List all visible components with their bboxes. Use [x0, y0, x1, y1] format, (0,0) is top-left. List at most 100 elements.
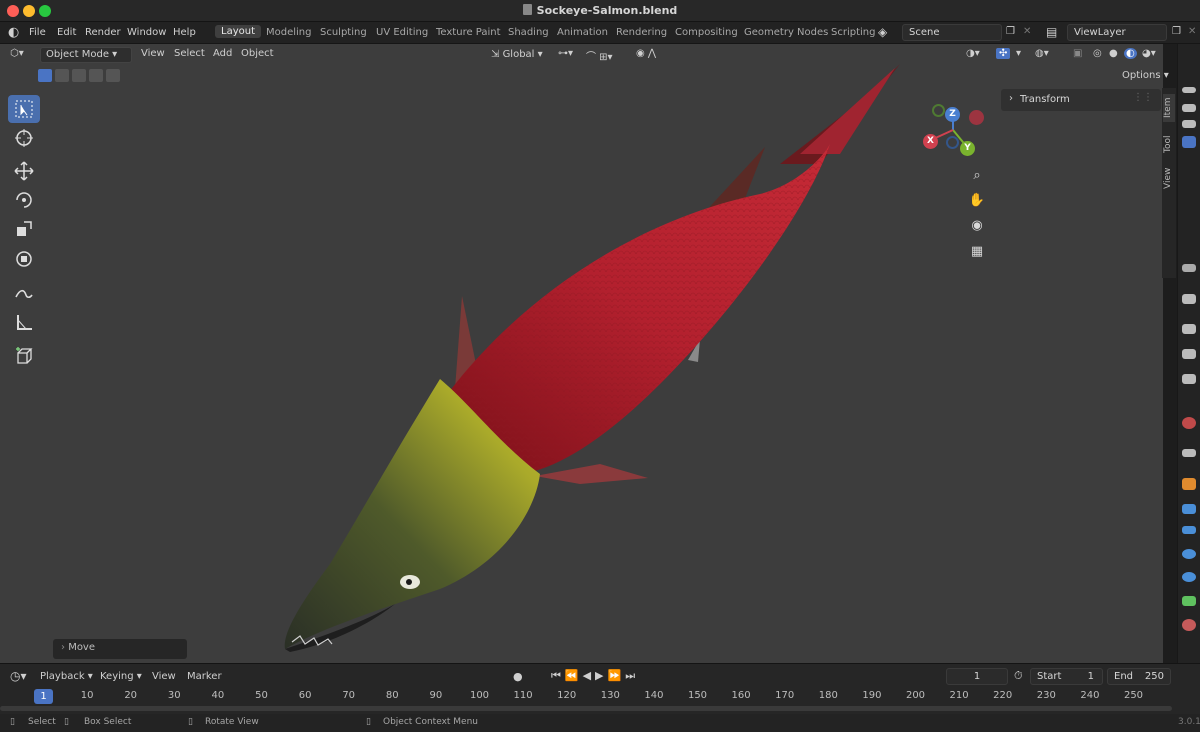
tab-compositing[interactable]: Compositing [675, 27, 738, 38]
viewport-menu-object[interactable]: Object [241, 48, 274, 59]
viewport-menu-view[interactable]: View [141, 48, 165, 59]
timeline-scrollbar[interactable] [0, 706, 1172, 711]
data-properties-icon[interactable] [1182, 596, 1196, 606]
sidebar-tab-tool[interactable]: Tool [1163, 130, 1175, 158]
tab-animation[interactable]: Animation [557, 27, 608, 38]
rotate-tool[interactable] [8, 186, 40, 214]
visibility-icon[interactable]: ◑▾ [966, 48, 980, 59]
end-frame-field[interactable]: End 250 [1107, 668, 1171, 685]
menu-window[interactable]: Window [127, 27, 166, 38]
constraints-properties-icon[interactable] [1182, 572, 1196, 582]
transform-tool[interactable] [8, 245, 40, 273]
tab-rendering[interactable]: Rendering [616, 27, 667, 38]
viewport-menu-select[interactable]: Select [174, 48, 205, 59]
delete-scene-icon[interactable]: ✕ [1023, 26, 1031, 37]
camera-view-icon[interactable]: ◉ [966, 214, 988, 236]
zoom-icon[interactable]: ⌕ [966, 164, 988, 186]
pan-hand-icon[interactable]: ✋ [966, 189, 988, 211]
playhead-frame-indicator[interactable]: 1 [34, 689, 53, 704]
perspective-grid-icon[interactable]: ▦ [966, 240, 988, 262]
gizmo-z-axis[interactable]: Z [945, 107, 960, 122]
render-properties-icon[interactable] [1182, 294, 1196, 304]
timeline-menu-marker[interactable]: Marker [187, 671, 222, 682]
modifier-properties-icon[interactable] [1182, 504, 1196, 514]
collection-properties-icon[interactable] [1182, 449, 1196, 457]
start-frame-field[interactable]: Start 1 [1030, 668, 1103, 685]
particles-properties-icon[interactable] [1182, 526, 1196, 534]
camera-icon-3[interactable] [1182, 120, 1196, 128]
tool-properties-icon[interactable] [1182, 264, 1196, 272]
cursor-tool[interactable] [8, 124, 40, 152]
current-frame-field[interactable]: 1 [946, 668, 1008, 685]
physics-properties-icon[interactable] [1182, 549, 1196, 559]
editor-type-icon[interactable]: ⬡▾ [10, 48, 24, 59]
sidebar-tab-item[interactable]: Item [1163, 94, 1175, 122]
tab-uv-editing[interactable]: UV Editing [376, 27, 428, 38]
material-properties-icon[interactable] [1182, 619, 1196, 631]
tab-geometry-nodes[interactable]: Geometry Nodes [744, 27, 828, 38]
annotate-tool[interactable] [8, 279, 40, 307]
select-new-icon[interactable] [38, 69, 52, 82]
select-subtract-icon[interactable] [72, 69, 86, 82]
select-box-tool[interactable] [8, 95, 40, 123]
sidebar-panel-transform[interactable]: › Transform ⋮⋮ [1001, 89, 1161, 111]
gizmo-neg-y-axis[interactable] [932, 104, 945, 117]
view-layer-icon[interactable]: ▤ [1046, 25, 1057, 39]
select-invert-icon[interactable] [89, 69, 103, 82]
scene-properties-icon[interactable] [1182, 374, 1196, 384]
clock-icon[interactable]: ◷▾ [10, 669, 27, 683]
blender-logo-icon[interactable]: ◐ [8, 25, 19, 40]
solid-shading-icon[interactable]: ● [1109, 48, 1118, 59]
scene-selector[interactable]: Scene [902, 24, 1002, 41]
world-properties-icon[interactable] [1182, 417, 1196, 429]
scene-icon[interactable]: ◈ [878, 25, 887, 39]
gizmo-menu-icon[interactable]: ▾ [1016, 48, 1021, 59]
menu-edit[interactable]: Edit [57, 27, 76, 38]
last-operator-panel[interactable]: › Move [53, 639, 187, 659]
snap-icon[interactable]: ⌒ ⊞▾ [586, 48, 613, 63]
sidebar-tab-view[interactable]: View [1163, 164, 1175, 192]
gizmo-neg-z-axis[interactable] [946, 136, 959, 149]
view-layer-selector[interactable]: ViewLayer [1067, 24, 1167, 41]
wireframe-shading-icon[interactable]: ◎ [1093, 48, 1102, 59]
menu-file[interactable]: File [29, 27, 46, 38]
rendered-shading-icon[interactable]: ◕▾ [1142, 48, 1156, 59]
proportional-edit-icon[interactable]: ◉ ⋀ [636, 48, 656, 59]
scale-tool[interactable] [8, 215, 40, 243]
timeline-menu-playback[interactable]: Playback ▾ [40, 671, 93, 682]
tab-scripting[interactable]: Scripting [831, 27, 875, 38]
stopwatch-icon[interactable]: ⏱ [1014, 669, 1023, 683]
new-scene-icon[interactable]: ❐ [1006, 26, 1015, 37]
gizmo-neg-x-axis[interactable] [969, 110, 984, 125]
measure-tool[interactable] [8, 308, 40, 336]
output-properties-icon[interactable] [1182, 324, 1196, 334]
tab-modeling[interactable]: Modeling [266, 27, 312, 38]
options-dropdown[interactable]: Options ▾ [1122, 70, 1169, 81]
gizmo-x-axis[interactable]: X [923, 134, 938, 149]
timeline-menu-view[interactable]: View [152, 671, 176, 682]
gizmo-y-axis[interactable]: Y [960, 141, 975, 156]
gizmo-toggle-icon[interactable]: ✣ [996, 48, 1011, 59]
camera-icon[interactable] [1182, 87, 1196, 93]
add-cube-tool[interactable] [8, 342, 40, 370]
select-intersect-icon[interactable] [106, 69, 120, 82]
material-preview-icon[interactable]: ◐ [1124, 48, 1137, 59]
tab-shading[interactable]: Shading [508, 27, 549, 38]
tab-sculpting[interactable]: Sculpting [320, 27, 367, 38]
playback-controls-icons[interactable]: ⏮⏪◀▶⏩⏭ [551, 669, 639, 683]
overlays-icon[interactable]: ◍▾ [1035, 48, 1049, 59]
menu-render[interactable]: Render [85, 27, 121, 38]
tab-texture-paint[interactable]: Texture Paint [436, 27, 501, 38]
record-icon[interactable]: ● [513, 670, 523, 683]
menu-help[interactable]: Help [173, 27, 196, 38]
xray-icon[interactable]: ▣ [1073, 48, 1082, 59]
view-layer-properties-icon[interactable] [1182, 349, 1196, 359]
object-properties-icon[interactable] [1182, 478, 1196, 490]
transform-orientation-dropdown[interactable]: ⇲ Global ▾ [485, 47, 551, 63]
pivot-point-icon[interactable]: ⊶▾ [558, 48, 573, 59]
new-view-layer-icon[interactable]: ❐ [1172, 26, 1181, 37]
viewport-menu-add[interactable]: Add [213, 48, 232, 59]
delete-view-layer-icon[interactable]: ✕ [1188, 26, 1196, 37]
camera-icon-2[interactable] [1182, 104, 1196, 112]
camera-icon-active[interactable] [1182, 136, 1196, 148]
